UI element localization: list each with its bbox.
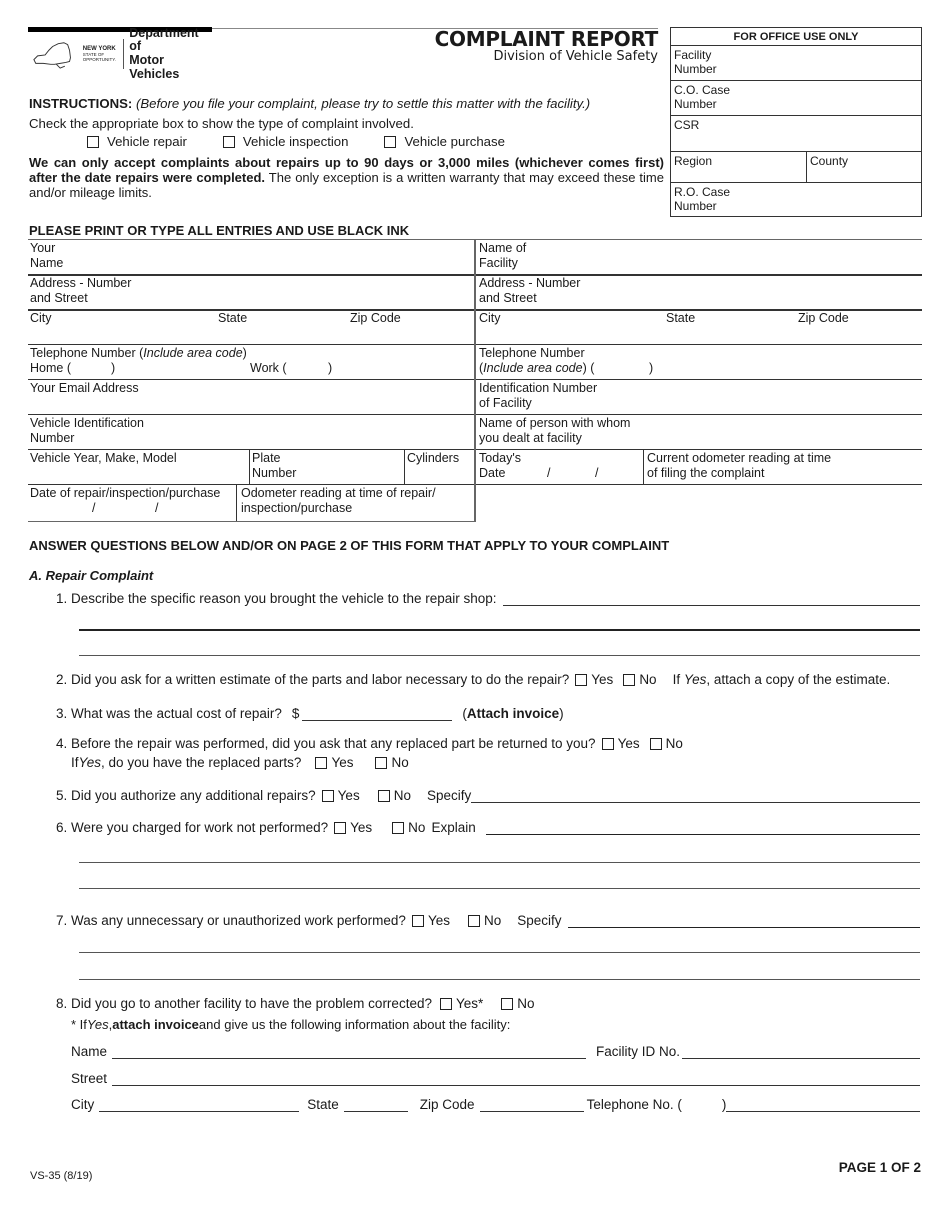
instructions: INSTRUCTIONS: (Before you file your comp… xyxy=(29,96,664,200)
q2-no-checkbox[interactable]: No xyxy=(623,672,657,687)
other-facility-name-row: Name Facility ID No. xyxy=(71,1044,920,1059)
facility-name-field[interactable]: Name of Facility xyxy=(477,240,921,274)
other-facility-name-input[interactable] xyxy=(112,1045,587,1059)
other-facility-id-input[interactable] xyxy=(682,1045,920,1059)
vin-field[interactable]: Vehicle Identification Number xyxy=(28,415,474,449)
q7-no-checkbox[interactable]: No xyxy=(467,913,501,928)
question-1: 1. Describe the specific reason you brou… xyxy=(56,591,920,606)
q7-yes-checkbox[interactable]: Yes xyxy=(411,913,450,928)
odometer-at-repair-field[interactable]: Odometer reading at time of repair/inspe… xyxy=(239,485,473,521)
checkbox[interactable] xyxy=(222,135,235,148)
plate-number-field[interactable]: Plate Number xyxy=(250,450,404,484)
q3-cost-input[interactable] xyxy=(302,707,453,721)
facility-telephone-field[interactable]: Telephone Number (Include area code) () xyxy=(477,345,921,379)
your-address-field[interactable]: Address - Number and Street xyxy=(28,275,474,309)
office-csr-field[interactable]: CSR xyxy=(671,116,921,152)
other-facility-city-input[interactable] xyxy=(99,1098,300,1112)
your-telephone-field[interactable]: Telephone Number (Include area code) Hom… xyxy=(28,345,474,379)
complaint-type-vehicle-purchase[interactable]: Vehicle purchase xyxy=(384,134,505,149)
complaint-type-options: Vehicle repair Vehicle inspection Vehicl… xyxy=(29,134,664,149)
q7-specify-input[interactable] xyxy=(567,914,920,928)
section-a-heading: A. Repair Complaint xyxy=(29,568,154,583)
logo-divider xyxy=(123,39,125,69)
q7-specify-line-3[interactable] xyxy=(79,979,920,980)
facility-city-state-zip-field[interactable]: City State Zip Code xyxy=(477,310,921,344)
q5-no-checkbox[interactable]: No xyxy=(377,788,411,803)
question-8: 8. Did you go to another facility to hav… xyxy=(56,996,535,1011)
dmv-logo: NEW YORK STATE OF OPPORTUNITY. Departmen… xyxy=(32,26,212,81)
form-title: COMPLAINT REPORT xyxy=(434,27,659,51)
other-facility-zip-input[interactable] xyxy=(479,1098,584,1112)
q8-no-checkbox[interactable]: No xyxy=(501,996,535,1011)
other-facility-city-row: City State Zip Code Telephone No. ( ) xyxy=(71,1097,920,1112)
form-title-block: COMPLAINT REPORT Division of Vehicle Saf… xyxy=(434,27,659,64)
print-notice: PLEASE PRINT OR TYPE ALL ENTRIES AND USE… xyxy=(29,223,410,238)
dmv-wordmark: Department of Motor Vehicles xyxy=(129,25,199,81)
office-region-field[interactable]: Region xyxy=(671,152,807,182)
your-name-field[interactable]: Your Name xyxy=(28,240,474,274)
q8-yes-checkbox[interactable]: Yes* xyxy=(439,996,483,1011)
q6-no-checkbox[interactable]: No xyxy=(392,820,425,835)
instructions-heading: INSTRUCTIONS: (Before you file your comp… xyxy=(29,96,591,111)
your-city-state-zip-field[interactable]: City State Zip Code xyxy=(28,310,474,344)
q6-explain-line-3[interactable] xyxy=(79,888,920,889)
question-5: 5. Did you authorize any additional repa… xyxy=(56,788,920,803)
current-odometer-field[interactable]: Current odometer reading at time of filin… xyxy=(645,450,921,484)
vehicle-year-make-model-field[interactable]: Vehicle Year, Make, Model xyxy=(28,450,248,484)
questions-section: ANSWER QUESTIONS BELOW AND/OR ON PAGE 2 … xyxy=(29,538,924,1128)
office-ro-case-field[interactable]: R.O. Case Number xyxy=(671,183,921,216)
q7-specify-line-2[interactable] xyxy=(79,952,920,953)
q1-answer-line-2[interactable] xyxy=(79,629,920,631)
other-facility-state-input[interactable] xyxy=(343,1098,408,1112)
q4b-no-checkbox[interactable]: No xyxy=(375,755,409,770)
question-4b: If Yes, do you have the replaced parts? … xyxy=(71,755,409,770)
complainant-facility-table: Your Name Address - Number and Street City… xyxy=(28,239,922,522)
question-3: 3. What was the actual cost of repair? $… xyxy=(56,706,564,721)
todays-date-field[interactable]: Today's Date / / xyxy=(477,450,642,484)
complaint-type-vehicle-inspection[interactable]: Vehicle inspection xyxy=(222,134,348,149)
checkbox[interactable] xyxy=(384,135,397,148)
question-2: 2. Did you ask for a written estimate of… xyxy=(56,672,891,687)
time-limit-notice: We can only accept complaints about repa… xyxy=(29,155,664,200)
form-subtitle: Division of Vehicle Safety xyxy=(493,49,658,64)
office-facility-number-field[interactable]: Facility Number xyxy=(671,46,921,81)
office-use-box: FOR OFFICE USE ONLY Facility Number C.O.… xyxy=(670,27,922,217)
q2-yes-checkbox[interactable]: Yes xyxy=(575,672,613,687)
q4-yes-checkbox[interactable]: Yes xyxy=(601,736,640,751)
q2-note: If Yes, attach a copy of the estimate. xyxy=(672,672,891,687)
q6-yes-checkbox[interactable]: Yes xyxy=(334,820,372,835)
q5-yes-checkbox[interactable]: Yes xyxy=(321,788,360,803)
question-4: 4. Before the repair was performed, did … xyxy=(56,736,683,751)
facility-contact-person-field[interactable]: Name of person with whom you dealt at fac… xyxy=(477,415,921,449)
office-co-case-field[interactable]: C.O. Case Number xyxy=(671,81,921,116)
q8-note: * If Yes, attach invoice and give us the… xyxy=(71,1017,511,1032)
office-county-field[interactable]: County xyxy=(807,152,921,182)
your-email-field[interactable]: Your Email Address xyxy=(28,380,474,414)
checkbox[interactable] xyxy=(87,135,99,148)
q4-no-checkbox[interactable]: No xyxy=(649,736,683,751)
other-facility-street-row: Street xyxy=(71,1071,920,1086)
facility-id-field[interactable]: Identification Number of Facility xyxy=(477,380,921,414)
date-of-repair-field[interactable]: Date of repair/inspection/purchase / / xyxy=(28,485,235,521)
q4b-yes-checkbox[interactable]: Yes xyxy=(315,755,353,770)
check-prompt: Check the appropriate box to show the ty… xyxy=(29,116,414,131)
page-indicator: PAGE 1 OF 2 xyxy=(838,1160,921,1175)
form-code: VS-35 (8/19) xyxy=(30,1170,93,1182)
q1-answer-line[interactable] xyxy=(502,592,920,606)
office-use-heading: FOR OFFICE USE ONLY xyxy=(671,28,921,46)
q1-answer-line-3[interactable] xyxy=(79,655,920,656)
questions-heading: ANSWER QUESTIONS BELOW AND/OR ON PAGE 2 … xyxy=(29,538,670,553)
q6-explain-input[interactable] xyxy=(485,821,920,835)
cylinders-field[interactable]: Cylinders xyxy=(405,450,473,484)
facility-address-field[interactable]: Address - Number and Street xyxy=(477,275,921,309)
ny-wordmark: NEW YORK STATE OF OPPORTUNITY. xyxy=(82,46,116,62)
q6-explain-line-2[interactable] xyxy=(79,862,920,863)
other-facility-street-input[interactable] xyxy=(112,1072,920,1086)
other-facility-phone-input[interactable] xyxy=(726,1098,920,1112)
complaint-type-vehicle-repair[interactable]: Vehicle repair xyxy=(87,134,187,149)
question-7: 7. Was any unnecessary or unauthorized w… xyxy=(56,913,920,928)
new-york-state-map-icon xyxy=(33,42,71,69)
question-6: 6. Were you charged for work not perform… xyxy=(56,820,920,835)
q5-specify-input[interactable] xyxy=(471,789,920,803)
